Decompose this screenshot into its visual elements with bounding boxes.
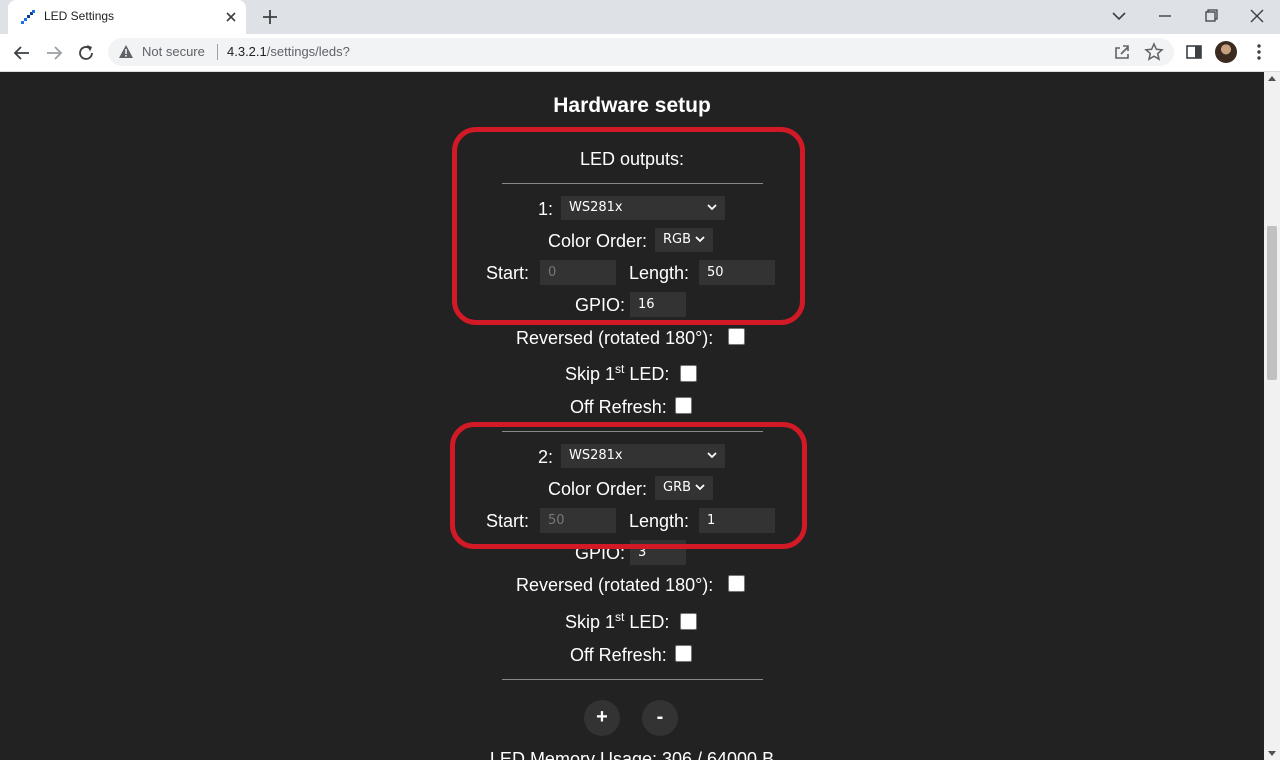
new-tab-icon[interactable] [260,7,280,27]
scroll-up-icon[interactable] [1268,76,1276,81]
output-1-type-value: WS281x [569,200,623,215]
output-1-length-input[interactable]: 50 [699,260,775,285]
output-2-off-refresh-label: Off Refresh: [570,645,667,665]
skip-label-text: Skip 1 [565,364,616,384]
output-1-length-label: Length: [629,263,690,283]
profile-avatar[interactable] [1215,41,1237,63]
back-icon[interactable] [11,42,33,64]
address-bar[interactable]: Not secure 4.3.2.1/settings/leds? [108,38,1174,66]
share-icon[interactable] [1112,42,1132,62]
divider [502,431,763,432]
bookmark-star-icon[interactable] [1144,42,1164,62]
output-2-start-label: Start: [486,511,530,531]
skip-label-text: Skip 1 [565,612,616,632]
output-1-type-select[interactable]: WS281x [561,196,725,220]
skip-label-sup: st [615,610,625,624]
remove-output-button[interactable]: - [642,700,678,736]
close-window-icon[interactable] [1245,5,1269,27]
output-1-gpio-label: GPIO: [575,295,626,315]
wled-favicon-icon [21,10,35,24]
page-viewport: Hardware setup LED outputs: 1: WS281x Co… [0,72,1264,760]
output-2-skip-checkbox[interactable] [680,613,697,630]
output-1-skip-checkbox[interactable] [680,365,697,382]
output-1-reversed-checkbox[interactable] [728,328,745,345]
memory-usage-text: LED Memory Usage: 306 / 64000 B [489,749,775,760]
output-2-color-order-select[interactable]: GRB [655,476,713,500]
output-2-type-value: WS281x [569,448,623,463]
output-2-gpio-label: GPIO: [575,543,626,563]
output-1-off-refresh-checkbox[interactable] [675,397,692,414]
output-2-skip-label: Skip 1st LED: [565,610,669,633]
chevron-down-icon [707,452,717,459]
output-2-length-label: Length: [629,511,690,531]
restore-icon[interactable] [1199,5,1223,27]
browser-toolbar: Not secure 4.3.2.1/settings/leds? [0,34,1280,72]
reload-icon[interactable] [75,42,97,64]
skip-label-sup: st [615,362,625,376]
output-1-gpio-input[interactable]: 16 [630,292,686,317]
output-1-color-order-label: Color Order: [548,231,648,251]
output-2-start-input[interactable]: 50 [540,508,616,533]
side-panel-icon[interactable] [1184,42,1204,62]
url-host: 4.3.2.1 [227,44,267,59]
output-2-length-input[interactable]: 1 [699,508,775,533]
warning-icon[interactable] [118,44,134,60]
address-separator [217,44,218,60]
tab-title: LED Settings [44,9,115,23]
led-outputs-label: LED outputs: [579,149,685,169]
output-1-color-order-select[interactable]: RGB [655,228,713,252]
divider [502,679,763,680]
url-path: /settings/leds? [266,44,350,59]
minimize-icon[interactable] [1153,5,1177,27]
chevron-down-icon [695,236,705,243]
skip-label-suffix: LED: [624,612,670,632]
output-1-start-label: Start: [486,263,530,283]
chevron-down-icon [695,484,705,491]
hardware-setup-section: Hardware setup LED outputs: 1: WS281x Co… [0,72,1264,760]
page-title: Hardware setup [553,94,711,117]
divider [502,183,763,184]
menu-kebab-icon[interactable] [1249,42,1269,62]
vertical-scrollbar[interactable] [1264,72,1280,760]
output-2-gpio-input[interactable]: 3 [630,540,686,565]
chevron-down-icon [707,204,717,211]
browser-tab[interactable]: LED Settings [8,0,246,34]
security-label[interactable]: Not secure [142,44,205,59]
output-2-index: 2: [538,447,554,467]
skip-label-suffix: LED: [624,364,670,384]
output-2-color-order-value: GRB [663,480,692,495]
output-1-off-refresh-label: Off Refresh: [570,397,667,417]
output-1-color-order-value: RGB [663,232,692,247]
add-output-button[interactable]: + [584,700,620,736]
output-2-reversed-checkbox[interactable] [728,575,745,592]
scroll-down-icon[interactable] [1268,751,1276,756]
output-2-type-select[interactable]: WS281x [561,444,725,468]
output-2-off-refresh-checkbox[interactable] [675,645,692,662]
output-1-reversed-label: Reversed (rotated 180°): [516,328,714,348]
output-1-start-input[interactable]: 0 [540,260,616,285]
url-text[interactable]: 4.3.2.1/settings/leds? [227,44,350,59]
scrollbar-thumb[interactable] [1267,226,1277,380]
tab-search-icon[interactable] [1107,5,1131,27]
output-1-index: 1: [538,199,554,219]
output-2-reversed-label: Reversed (rotated 180°): [516,575,714,595]
close-tab-icon[interactable] [222,8,240,26]
forward-icon[interactable] [43,42,65,64]
output-2-color-order-label: Color Order: [548,479,648,499]
tab-strip: LED Settings [0,0,1280,34]
output-1-skip-label: Skip 1st LED: [565,362,669,385]
